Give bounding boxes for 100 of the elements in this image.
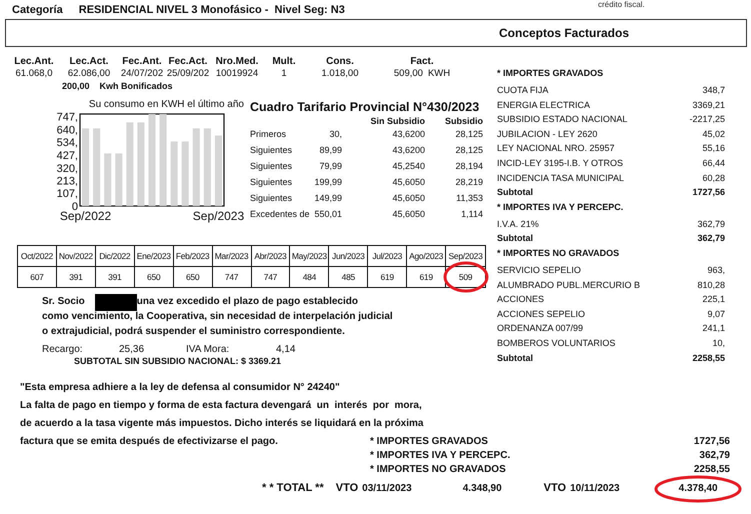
column-header: Subsidio: [444, 116, 483, 126]
charge-label: ACCIONES: [497, 294, 546, 306]
month-cell: Ene/2023: [134, 246, 174, 267]
header-note: crédito fiscal.: [598, 0, 645, 9]
subtotal-label: Subtotal: [497, 352, 534, 364]
price-value: 28,219: [454, 177, 483, 187]
kwh-cell: 619: [368, 267, 408, 287]
reading-value: 1.018,00: [320, 68, 360, 80]
redaction-block: [94, 294, 137, 311]
price-value: 45,2540: [391, 161, 425, 171]
kwh-cell: 484: [290, 267, 330, 287]
price-value: 43,6200: [391, 145, 425, 155]
charge-label: ORDENANZA 007/99: [497, 323, 584, 336]
charge-label: CUOTA FIJA: [497, 85, 550, 97]
consumption-bar: [104, 153, 112, 206]
due-label: VTO: [544, 482, 566, 494]
late-payment-line: La falta de pago en tiempo y forma de esta factura devengará un interés por mora,: [20, 399, 422, 414]
bonus-amount: 200,00: [62, 81, 90, 91]
tier-kwh: 550,01: [314, 209, 342, 219]
summary-amount: 1727,56: [692, 436, 730, 448]
consumer-law-quote: "Esta empresa adhiere a la ley de defensa al consumidor N° 24240": [20, 381, 340, 396]
surcharge-label: Recargo:: [42, 344, 84, 355]
total-label: * * TOTAL **: [262, 482, 324, 494]
kwh-cell: 747: [212, 267, 252, 287]
charge-label: INCID-LEY 3195-I.B. Y OTROS: [497, 158, 624, 170]
charge-label: JUBILACION - LEY 2620: [497, 128, 598, 141]
month-cell: Feb/2023: [174, 246, 213, 267]
y-tick-label: 534,: [56, 137, 78, 150]
summary-label: * IMPORTES NO GRAVADOS: [370, 464, 507, 476]
kwh-cell: 650: [134, 267, 174, 287]
due-amount: 4.348,90: [462, 483, 502, 494]
reading-value: 24/07/202: [120, 68, 164, 80]
charge-amount: 3369,21: [691, 100, 725, 112]
month-cell: Abr/2023: [252, 246, 290, 267]
panel-title: Conceptos Facturados: [499, 26, 630, 40]
consumption-bar: [170, 141, 178, 206]
charge-amount: 9,07: [706, 308, 725, 321]
charge-amount: 66,44: [701, 158, 725, 170]
subtotal-label: Subtotal: [497, 187, 534, 200]
subtotal-label: Subtotal: [497, 233, 534, 246]
charge-amount: 810,28: [696, 280, 725, 292]
price-value: 1,114: [460, 209, 483, 219]
price-value: 28,125: [454, 129, 483, 139]
charge-amount: 348,7: [701, 85, 725, 97]
due-date: 03/11/2023: [362, 483, 412, 494]
subtotal-amount: 2258,55: [691, 352, 725, 364]
reading-value: 1: [280, 68, 288, 80]
category-value: RESIDENCIAL NIVEL 3 Monofásico - Nivel Seg: N3: [78, 4, 345, 18]
y-tick-label: 747,: [56, 112, 78, 124]
kwh-cell: 391: [96, 267, 135, 287]
charge-amount: 225,1: [701, 294, 725, 306]
subtotal-amount: 1727,56: [691, 187, 725, 200]
notice-line: como vencimiento, la Cooperativa, sin necesidad de interpelación judicial: [42, 310, 393, 324]
y-tick-label: 213,: [56, 176, 78, 188]
reading-value: 25/09/202: [166, 68, 210, 80]
subtotal-no-subsidy: SUBTOTAL SIN SUBSIDIO NACIONAL: $ 3369.21: [74, 356, 282, 366]
reading-value: 61.068,0: [14, 68, 54, 80]
price-value: 43,6200: [391, 129, 425, 139]
reading-header: Lec.Ant.: [13, 56, 55, 68]
y-tick-label: 107,: [56, 188, 78, 200]
charge-label: ALUMBRADO PUBL.MERCURIO B: [497, 280, 642, 292]
charge-amount: 241,1: [701, 323, 725, 336]
charge-label: ACCIONES SEPELIO: [497, 308, 586, 321]
summary-label: * IMPORTES IVA Y PERCEPC.: [370, 450, 512, 462]
tier-label: Excedentes de: [250, 209, 311, 219]
month-cell: Jul/2023: [368, 246, 408, 267]
tier-label: Siguientes: [250, 161, 294, 171]
tier-label: Siguientes: [250, 177, 294, 187]
charge-amount: 45,02: [701, 128, 725, 141]
tier-label: Siguientes: [250, 145, 294, 155]
tier-kwh: 89,99: [318, 145, 342, 155]
section-title: * IMPORTES IVA Y PERCEPC.: [497, 202, 624, 214]
bonus-label: Kwh Bonificados: [100, 81, 173, 91]
price-value: 45,6050: [391, 177, 425, 187]
charge-label: SUBSIDIO ESTADO NACIONAL: [497, 114, 628, 126]
month-cell: Oct/2022: [18, 246, 57, 267]
month-cell: Dic/2022: [96, 246, 135, 267]
price-value: 45,6050: [391, 209, 425, 219]
y-tick-label: 427,: [56, 150, 78, 162]
kwh-cell: 607: [18, 267, 57, 287]
charge-label: INCIDENCIA TASA MUNICIPAL: [497, 172, 626, 185]
y-tick-label: 640,: [56, 124, 78, 137]
charge-label: BOMBEROS VOLUNTARIOS: [497, 338, 616, 350]
kwh-cell: 485: [329, 267, 368, 287]
subtotal-amount: 362,79: [696, 233, 725, 246]
kwh-cell: 509: [446, 267, 485, 287]
charge-label: SERVICIO SEPELIO: [497, 264, 582, 277]
notice-line: o extrajudicial, podrá suspender el suministro correspondiente.: [42, 325, 345, 339]
price-value: 28,125: [454, 145, 483, 155]
reading-value: 10019924: [214, 68, 260, 80]
month-cell: May/2023: [290, 246, 330, 267]
column-header: Sin Subsidio: [369, 116, 425, 126]
reading-value: 509,00: [394, 68, 423, 80]
charge-amount: 60,28: [701, 172, 725, 185]
price-value: 11,353: [455, 193, 483, 203]
due-amount: 4.378,40: [678, 483, 718, 494]
charge-label: I.V.A. 21%: [497, 218, 540, 231]
section-title: * IMPORTES GRAVADOS: [497, 68, 604, 80]
kwh-cell: 650: [174, 267, 213, 287]
reading-header: Mult.: [271, 56, 297, 68]
